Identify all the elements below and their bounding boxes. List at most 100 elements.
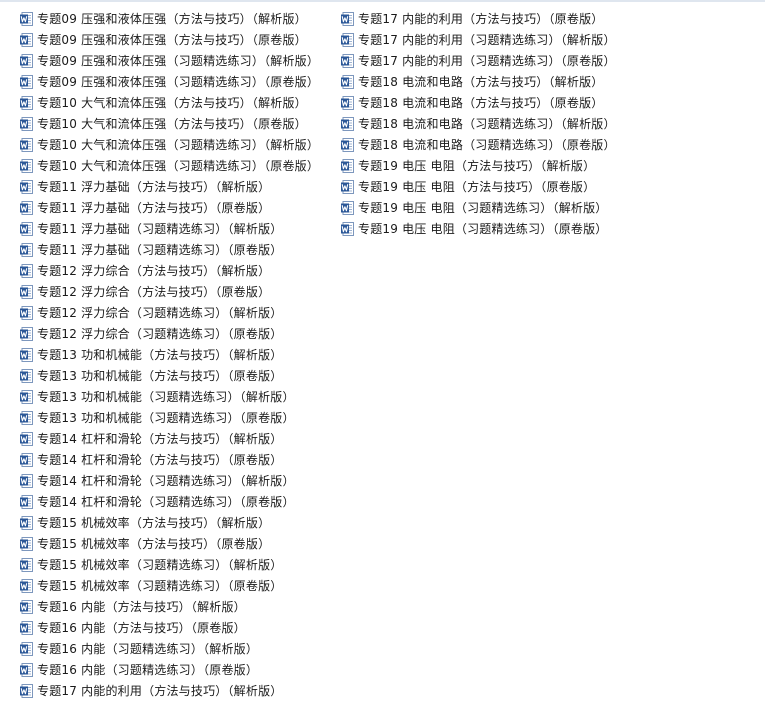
word-document-icon [20,326,33,341]
word-document-icon [20,410,33,425]
file-item[interactable]: 专题15 机械效率（方法与技巧）（解析版） [20,512,319,533]
file-name: 专题13 功和机械能（方法与技巧）（原卷版） [37,368,283,383]
file-name: 专题10 大气和流体压强（习题精选练习）（原卷版） [37,158,320,173]
word-document-icon [20,347,33,362]
word-document-icon [341,53,354,68]
file-name: 专题19 电压 电阻（方法与技巧）（解析版） [358,158,596,173]
file-item[interactable]: 专题14 杠杆和滑轮（习题精选练习）（原卷版） [20,491,319,512]
file-item[interactable]: 专题10 大气和流体压强（方法与技巧）（原卷版） [20,113,319,134]
file-name: 专题11 浮力基础（方法与技巧）（原卷版） [37,200,271,215]
file-item[interactable]: 专题18 电流和电路（方法与技巧）（原卷版） [341,92,616,113]
file-item[interactable]: 专题16 内能（方法与技巧）（解析版） [20,596,319,617]
file-item[interactable]: 专题19 电压 电阻（方法与技巧）（原卷版） [341,176,616,197]
file-item[interactable]: 专题12 浮力综合（习题精选练习）（解析版） [20,302,319,323]
word-document-icon [20,284,33,299]
word-document-icon [20,641,33,656]
file-item[interactable]: 专题14 杠杆和滑轮（方法与技巧）（解析版） [20,428,319,449]
word-document-icon [20,137,33,152]
file-item[interactable]: 专题09 压强和液体压强（方法与技巧）（原卷版） [20,29,319,50]
word-document-icon [20,536,33,551]
file-item[interactable]: 专题18 电流和电路（方法与技巧）（解析版） [341,71,616,92]
file-name: 专题12 浮力综合（习题精选练习）（解析版） [37,305,283,320]
word-document-icon [341,200,354,215]
file-name: 专题12 浮力综合（习题精选练习）（原卷版） [37,326,283,341]
file-item[interactable]: 专题17 内能的利用（方法与技巧）（解析版） [20,680,319,701]
file-name: 专题18 电流和电路（方法与技巧）（原卷版） [358,95,604,110]
file-item[interactable]: 专题13 功和机械能（方法与技巧）（解析版） [20,344,319,365]
file-item[interactable]: 专题14 杠杆和滑轮（习题精选练习）（解析版） [20,470,319,491]
file-item[interactable]: 专题18 电流和电路（习题精选练习）（解析版） [341,113,616,134]
file-item[interactable]: 专题09 压强和液体压强（习题精选练习）（解析版） [20,50,319,71]
file-name: 专题16 内能（方法与技巧）（解析版） [37,599,246,614]
file-name: 专题14 杠杆和滑轮（习题精选练习）（解析版） [37,473,295,488]
file-item[interactable]: 专题13 功和机械能（习题精选练习）（原卷版） [20,407,319,428]
file-item[interactable]: 专题10 大气和流体压强（习题精选练习）（解析版） [20,134,319,155]
word-document-icon [20,200,33,215]
file-item[interactable]: 专题09 压强和液体压强（习题精选练习）（原卷版） [20,71,319,92]
file-name: 专题11 浮力基础（习题精选练习）（解析版） [37,221,283,236]
file-name: 专题16 内能（习题精选练习）（原卷版） [37,662,259,677]
file-item[interactable]: 专题17 内能的利用（习题精选练习）（原卷版） [341,50,616,71]
word-document-icon [20,179,33,194]
file-item[interactable]: 专题14 杠杆和滑轮（方法与技巧）（原卷版） [20,449,319,470]
file-item[interactable]: 专题10 大气和流体压强（习题精选练习）（原卷版） [20,155,319,176]
file-item[interactable]: 专题19 电压 电阻（方法与技巧）（解析版） [341,155,616,176]
file-item[interactable]: 专题15 机械效率（习题精选练习）（解析版） [20,554,319,575]
file-item[interactable]: 专题12 浮力综合（方法与技巧）（解析版） [20,260,319,281]
word-document-icon [20,158,33,173]
word-document-icon [20,221,33,236]
word-document-icon [20,473,33,488]
word-document-icon [20,116,33,131]
word-document-icon [20,74,33,89]
word-document-icon [20,11,33,26]
file-item[interactable]: 专题17 内能的利用（习题精选练习）（解析版） [341,29,616,50]
file-name: 专题19 电压 电阻（习题精选练习）（原卷版） [358,221,608,236]
file-item[interactable]: 专题17 内能的利用（方法与技巧）（原卷版） [341,8,616,29]
word-document-icon [20,431,33,446]
word-document-icon [20,452,33,467]
file-item[interactable]: 专题11 浮力基础（习题精选练习）（解析版） [20,218,319,239]
file-item[interactable]: 专题13 功和机械能（习题精选练习）（解析版） [20,386,319,407]
file-item[interactable]: 专题12 浮力综合（方法与技巧）（原卷版） [20,281,319,302]
file-name: 专题16 内能（习题精选练习）（解析版） [37,641,259,656]
file-item[interactable]: 专题15 机械效率（习题精选练习）（原卷版） [20,575,319,596]
file-item[interactable]: 专题16 内能（方法与技巧）（原卷版） [20,617,319,638]
file-name: 专题13 功和机械能（习题精选练习）（解析版） [37,389,295,404]
file-name: 专题10 大气和流体压强（方法与技巧）（原卷版） [37,116,307,131]
word-document-icon [20,515,33,530]
word-document-icon [20,389,33,404]
word-document-icon [20,242,33,257]
file-item[interactable]: 专题09 压强和液体压强（方法与技巧）（解析版） [20,8,319,29]
word-document-icon [20,305,33,320]
word-document-icon [20,53,33,68]
file-item[interactable]: 专题11 浮力基础（方法与技巧）（原卷版） [20,197,319,218]
file-item[interactable]: 专题11 浮力基础（习题精选练习）（原卷版） [20,239,319,260]
file-name: 专题17 内能的利用（方法与技巧）（解析版） [37,683,283,698]
file-name: 专题12 浮力综合（方法与技巧）（原卷版） [37,284,271,299]
word-document-icon [20,557,33,572]
word-document-icon [20,620,33,635]
file-name: 专题19 电压 电阻（习题精选练习）（解析版） [358,200,608,215]
file-name: 专题19 电压 电阻（方法与技巧）（原卷版） [358,179,596,194]
file-name: 专题14 杠杆和滑轮（方法与技巧）（原卷版） [37,452,283,467]
file-item[interactable]: 专题11 浮力基础（方法与技巧）（解析版） [20,176,319,197]
file-name: 专题17 内能的利用（方法与技巧）（原卷版） [358,11,604,26]
file-item[interactable]: 专题10 大气和流体压强（方法与技巧）（解析版） [20,92,319,113]
file-name: 专题14 杠杆和滑轮（习题精选练习）（原卷版） [37,494,295,509]
file-name: 专题09 压强和液体压强（习题精选练习）（原卷版） [37,74,320,89]
file-name: 专题18 电流和电路（习题精选练习）（原卷版） [358,137,616,152]
file-item[interactable]: 专题12 浮力综合（习题精选练习）（原卷版） [20,323,319,344]
file-item[interactable]: 专题15 机械效率（方法与技巧）（原卷版） [20,533,319,554]
word-document-icon [20,95,33,110]
file-item[interactable]: 专题18 电流和电路（习题精选练习）（原卷版） [341,134,616,155]
file-item[interactable]: 专题13 功和机械能（方法与技巧）（原卷版） [20,365,319,386]
word-document-icon [20,599,33,614]
file-item[interactable]: 专题19 电压 电阻（习题精选练习）（原卷版） [341,218,616,239]
file-item[interactable]: 专题16 内能（习题精选练习）（原卷版） [20,659,319,680]
file-item[interactable]: 专题16 内能（习题精选练习）（解析版） [20,638,319,659]
file-item[interactable]: 专题19 电压 电阻（习题精选练习）（解析版） [341,197,616,218]
word-document-icon [20,368,33,383]
word-document-icon [20,32,33,47]
word-document-icon [341,74,354,89]
file-name: 专题13 功和机械能（习题精选练习）（原卷版） [37,410,295,425]
